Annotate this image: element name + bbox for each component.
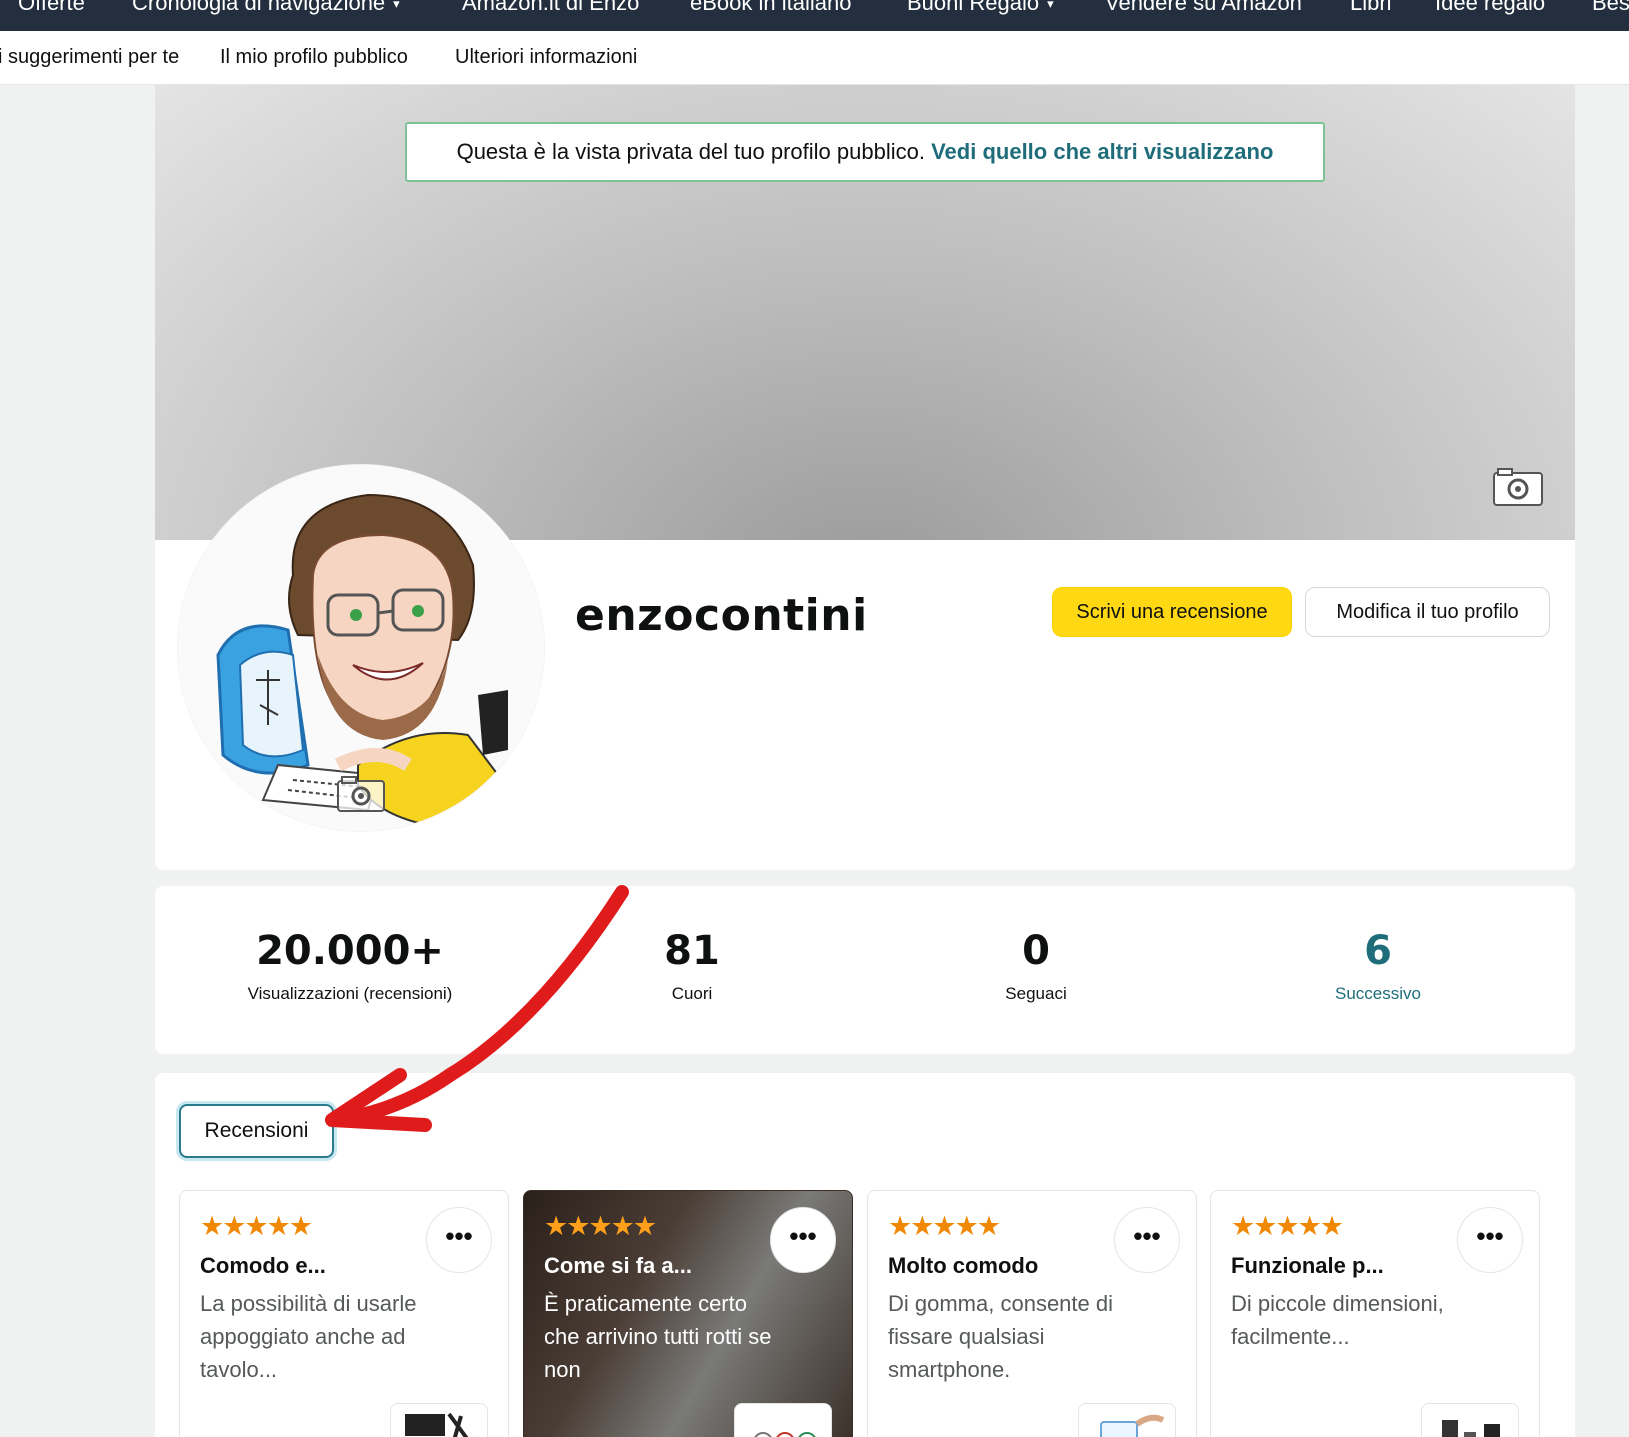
more-options-button[interactable]: •••	[1114, 1207, 1180, 1273]
stat-label: Cuori	[671, 984, 713, 1003]
star-rating: ★★★★★	[888, 1211, 1001, 1241]
banner-text: Questa è la vista privata del tuo profil…	[456, 139, 925, 164]
product-thumbnail[interactable]	[734, 1403, 832, 1437]
more-options-button[interactable]: •••	[1457, 1207, 1523, 1273]
nav-item-libri[interactable]: Libri	[1350, 0, 1392, 16]
cover-camera-icon[interactable]	[1492, 467, 1544, 507]
review-body: La possibilità di usarle appoggiato anch…	[200, 1291, 417, 1382]
stat-value: 81	[664, 928, 720, 974]
star-rating: ★★★★★	[200, 1211, 313, 1241]
review-title: Funzionale p...	[1231, 1253, 1384, 1278]
stat-label: Visualizzazioni (recensioni)	[247, 984, 453, 1003]
more-options-button[interactable]: •••	[426, 1207, 492, 1273]
product-thumbnail[interactable]	[1078, 1403, 1176, 1437]
review-card[interactable]: ★★★★★ ••• Come si fa a... È praticamente…	[523, 1190, 853, 1437]
nav-item-bes[interactable]: Bes	[1592, 0, 1629, 16]
nav-item-label: Cronologia di navigazione	[132, 0, 386, 15]
nav-item-buoni-regalo[interactable]: Buoni Regalo ▾	[907, 0, 1054, 16]
stat-value: 6	[1364, 928, 1392, 974]
subnav-profilo-pubblico[interactable]: Il mio profilo pubblico	[220, 46, 408, 69]
review-card[interactable]: ★★★★★ ••• Comodo e... La possibilità di …	[179, 1190, 509, 1437]
stat-label: Seguaci	[1005, 984, 1067, 1003]
more-options-button[interactable]: •••	[770, 1207, 836, 1273]
subnav-ulteriori-informazioni[interactable]: Ulteriori informazioni	[455, 46, 637, 69]
product-thumbnail[interactable]	[1421, 1403, 1519, 1437]
star-rating: ★★★★★	[544, 1211, 657, 1241]
review-card[interactable]: ★★★★★ ••• Funzionale p... Di piccole dim…	[1210, 1190, 1540, 1437]
review-title: Comodo e...	[200, 1253, 326, 1278]
chevron-down-icon: ▾	[393, 0, 400, 12]
tab-reviews[interactable]: Recensioni	[179, 1104, 334, 1158]
stat-following[interactable]: 6 Successivo	[1208, 928, 1548, 1004]
nav-item-amazon-di-enzo[interactable]: Amazon.it di Enzo	[462, 0, 639, 16]
stat-value: 0	[1022, 928, 1050, 974]
write-review-button[interactable]: Scrivi una recensione	[1052, 587, 1292, 637]
nav-item-label: Buoni Regalo	[907, 0, 1040, 15]
stat-label: Successivo	[1335, 984, 1421, 1003]
review-body: È praticamente certo che arrivino tutti …	[544, 1291, 772, 1382]
stat-views: 20.000+ Visualizzazioni (recensioni)	[180, 928, 520, 1004]
private-view-banner: Questa è la vista privata del tuo profil…	[405, 122, 1325, 182]
subnav-suggerimenti[interactable]: i suggerimenti per te	[0, 46, 179, 69]
stat-value: 20.000+	[256, 928, 444, 974]
top-navigation-bar: Offerte Cronologia di navigazione ▾ Amazo…	[0, 0, 1629, 31]
review-body: Di gomma, consente di fissare qualsiasi …	[888, 1291, 1113, 1382]
edit-profile-button[interactable]: Modifica il tuo profilo	[1305, 587, 1550, 637]
chevron-down-icon: ▾	[1047, 0, 1054, 12]
secondary-navigation: i suggerimenti per te Il mio profilo pub…	[0, 31, 1629, 85]
stat-hearts: 81 Cuori	[522, 928, 862, 1004]
star-rating: ★★★★★	[1231, 1211, 1344, 1241]
nav-item-offerte[interactable]: Offerte	[18, 0, 85, 16]
review-card[interactable]: ★★★★★ ••• Molto comodo Di gomma, consent…	[867, 1190, 1197, 1437]
product-thumbnail[interactable]	[390, 1403, 488, 1437]
nav-item-ebook[interactable]: eBook in italiano	[690, 0, 851, 16]
avatar-camera-icon[interactable]	[336, 775, 386, 813]
nav-item-idee-regalo[interactable]: Idee regalo	[1435, 0, 1545, 16]
nav-item-cronologia[interactable]: Cronologia di navigazione ▾	[132, 0, 400, 16]
stat-followers[interactable]: 0 Seguaci	[866, 928, 1206, 1004]
profile-username: enzocontini	[575, 590, 868, 641]
review-body: Di piccole dimensioni, facilmente...	[1231, 1291, 1444, 1349]
review-title: Come si fa a...	[544, 1253, 692, 1278]
nav-item-vendere[interactable]: Vendere su Amazon	[1105, 0, 1302, 16]
banner-view-public-link[interactable]: Vedi quello che altri visualizzano	[931, 139, 1273, 164]
review-title: Molto comodo	[888, 1253, 1039, 1278]
